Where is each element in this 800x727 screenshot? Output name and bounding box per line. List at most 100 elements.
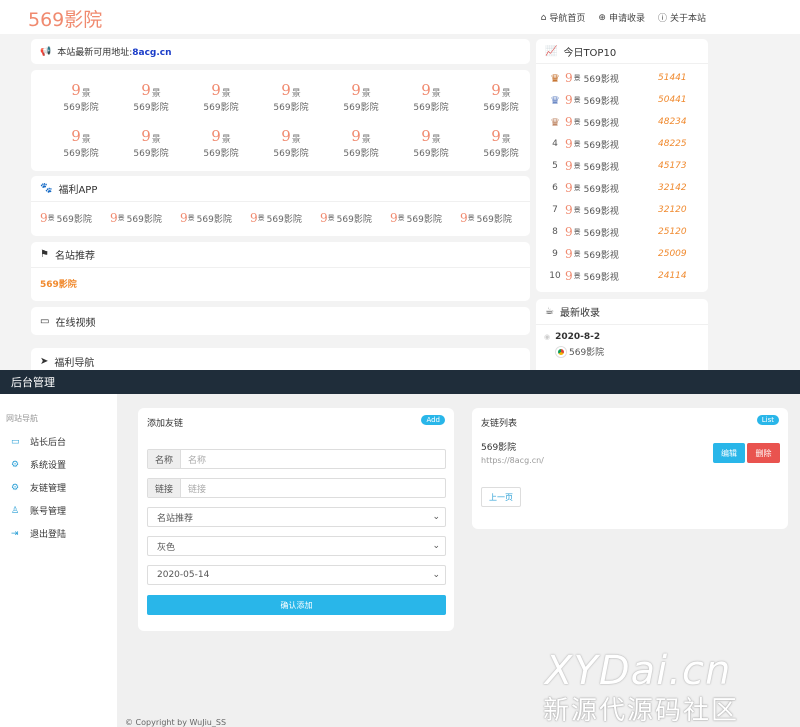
app-item[interactable]: 9 景 569影院 (110, 202, 180, 234)
top10-row[interactable]: 7 9 景 569影视 32120 (536, 199, 708, 221)
site-logo[interactable]: 569影院 (28, 5, 102, 32)
nav-about[interactable]: ⓘ 关于本站 (658, 11, 706, 24)
sidebar-title: 网站导航 (6, 414, 38, 423)
top10-value: 24114 (658, 271, 687, 281)
app-item[interactable]: 9 景 569影院 (390, 202, 460, 234)
submit-button[interactable]: 确认添加 (147, 595, 446, 615)
list-badge: List (756, 415, 779, 425)
site-logo-icon: 9 (565, 159, 573, 173)
site-logo-icon: 9景 (211, 81, 231, 99)
top10-rank: 9 (552, 249, 558, 259)
site-grid-item[interactable]: 9 景 569影院 (396, 120, 466, 166)
watermark-slogan: 新源代源码社区 (543, 696, 740, 726)
recommend-item[interactable]: 569影院 (31, 268, 530, 290)
top10-row[interactable]: ♛ 9 景 569影视 50441 (536, 89, 708, 111)
site-logo-icon: 9景 (141, 127, 161, 145)
site-logo-icon: 9景 (421, 81, 441, 99)
link-input[interactable]: 链接 (181, 482, 206, 495)
notice-text: 本站最新可用地址:8acg.cn (57, 48, 172, 58)
site-logo-icon: 9 (565, 71, 573, 85)
color-select[interactable]: 灰色 ⌄ (147, 536, 446, 556)
site-logo-icon: 9景 (351, 81, 371, 99)
top10-rank: 8 (552, 227, 558, 237)
site-logo-icon: 9 (565, 269, 573, 283)
chrome-icon (556, 346, 566, 357)
top10-name: 569影视 (583, 206, 619, 217)
coffee-icon: ☕ (545, 306, 554, 317)
site-logo-icon: 9景 (211, 127, 231, 145)
top10-row[interactable]: ♛ 9 景 569影视 48234 (536, 111, 708, 133)
add-link-panel: 添加友链 Add 名称 名称 链接 链接 名站推荐 ⌄ 灰色 ⌄ 2020-05… (138, 408, 454, 631)
site-grid-item[interactable]: 9 景 569影院 (116, 120, 186, 166)
site-grid-item[interactable]: 9 景 569影院 (396, 74, 466, 120)
notice-link[interactable]: 8acg.cn (132, 48, 171, 58)
admin-menu-item[interactable]: ▭ 站长后台 (0, 430, 117, 453)
nav-apply[interactable]: ⊕ 申请收录 (598, 11, 645, 25)
top10-value: 48225 (658, 139, 687, 149)
chevron-down-icon: ⌄ (432, 570, 440, 580)
nav-home[interactable]: ⌂ 导航首页 (540, 11, 586, 25)
top10-row[interactable]: 9 9 景 569影视 25009 (536, 243, 708, 265)
site-grid-item[interactable]: 9 景 569影院 (256, 74, 326, 120)
top10-row[interactable]: ♛ 9 景 569影视 51441 (536, 67, 708, 89)
date-select[interactable]: 2020-05-14 ⌄ (147, 565, 446, 585)
site-grid-item[interactable]: 9 景 569影院 (46, 120, 116, 166)
copyright: © Copyright by WuJiu_SS (125, 718, 227, 727)
list-item-url[interactable]: https://8acg.cn/ (481, 456, 544, 465)
app-item[interactable]: 9 景 569影院 (320, 202, 390, 234)
edit-button[interactable]: 编辑 (713, 443, 745, 463)
top10-row[interactable]: 10 9 景 569影视 24114 (536, 265, 708, 287)
site-grid-label: 569影院 (63, 103, 99, 113)
admin-menu-item[interactable]: ⚙ 系统设置 (0, 453, 117, 476)
site-grid-item[interactable]: 9 景 569影院 (186, 74, 256, 120)
top10-row[interactable]: 5 9 景 569影视 45173 (536, 155, 708, 177)
admin-menu-item[interactable]: ⚙ 友链管理 (0, 476, 117, 499)
app-item[interactable]: 9 景 569影院 (180, 202, 250, 234)
site-grid-item[interactable]: 9 景 569影院 (116, 74, 186, 120)
site-grid-item[interactable]: 9 景 569影院 (466, 120, 536, 166)
latest-card: ☕ 最新收录 ◉ 2020-8-2 569影院 (536, 299, 708, 370)
name-input[interactable]: 名称 (181, 453, 206, 466)
site-grid-item[interactable]: 9 景 569影院 (256, 120, 326, 166)
app-row: 9 景 569影院 9 景 569影院 9 景 569影院 9 景 569影院 9 景 569影院 9 景 569… (31, 202, 530, 234)
delete-button[interactable]: 删除 (747, 443, 780, 463)
site-grid-item[interactable]: 9 景 569影院 (466, 74, 536, 120)
site-grid-item[interactable]: 9 景 569影院 (186, 120, 256, 166)
site-grid-item[interactable]: 9 景 569影院 (46, 74, 116, 120)
top10-rank: 5 (552, 161, 558, 171)
site-grid-card: 9 景 569影院 9 景 569影院 9 景 569影院 9 景 569影院 9 景 569影院 9 景 569… (31, 70, 530, 171)
site-logo-icon: 9景 (491, 81, 511, 99)
chevron-down-icon: ⌄ (432, 512, 440, 522)
site-logo-icon: 9 (40, 211, 48, 225)
category-select[interactable]: 名站推荐 ⌄ (147, 507, 446, 527)
site-grid-item[interactable]: 9 景 569影院 (326, 120, 396, 166)
admin-menu-item[interactable]: ♙ 账号管理 (0, 499, 117, 522)
top10-name: 569影视 (583, 140, 619, 151)
flag-icon: ⚑ (40, 249, 49, 260)
site-grid-label: 569影院 (343, 149, 379, 159)
app-item[interactable]: 9 景 569影院 (250, 202, 320, 234)
latest-item[interactable]: 569影院 (536, 342, 708, 358)
crown-icon: ♛ (550, 71, 560, 85)
megaphone-icon: 📢 (40, 46, 52, 57)
top10-card: 📈 今日TOP10 ♛ 9 景 569影视 51441 ♛ 9 景 569影视 50441 ♛ 9 景 5… (536, 39, 708, 292)
recommend-card: ⚑ 名站推荐 569影院 (31, 242, 530, 301)
link-field[interactable]: 链接 链接 (147, 478, 446, 498)
prev-page-button[interactable]: 上一页 (481, 487, 521, 507)
top10-name: 569影视 (583, 250, 619, 261)
site-grid-item[interactable]: 9 景 569影院 (326, 74, 396, 120)
top10-row[interactable]: 8 9 景 569影视 25120 (536, 221, 708, 243)
site-logo-icon: 9 (565, 93, 573, 107)
admin-menu-item[interactable]: ⇥ 退出登陆 (0, 522, 117, 545)
top10-name: 569影视 (583, 162, 619, 173)
app-item[interactable]: 9 景 569影院 (40, 202, 110, 234)
app-item[interactable]: 9 景 569影院 (460, 202, 530, 234)
top10-row[interactable]: 4 9 景 569影视 48225 (536, 133, 708, 155)
home-icon: ⌂ (540, 12, 547, 23)
user-icon: ♙ (11, 505, 20, 516)
name-field[interactable]: 名称 名称 (147, 449, 446, 469)
top10-row[interactable]: 6 9 景 569影视 32142 (536, 177, 708, 199)
info-icon: ⓘ (657, 14, 667, 24)
top10-value: 51441 (658, 73, 687, 83)
notice-card: 📢 本站最新可用地址:8acg.cn (31, 39, 530, 64)
